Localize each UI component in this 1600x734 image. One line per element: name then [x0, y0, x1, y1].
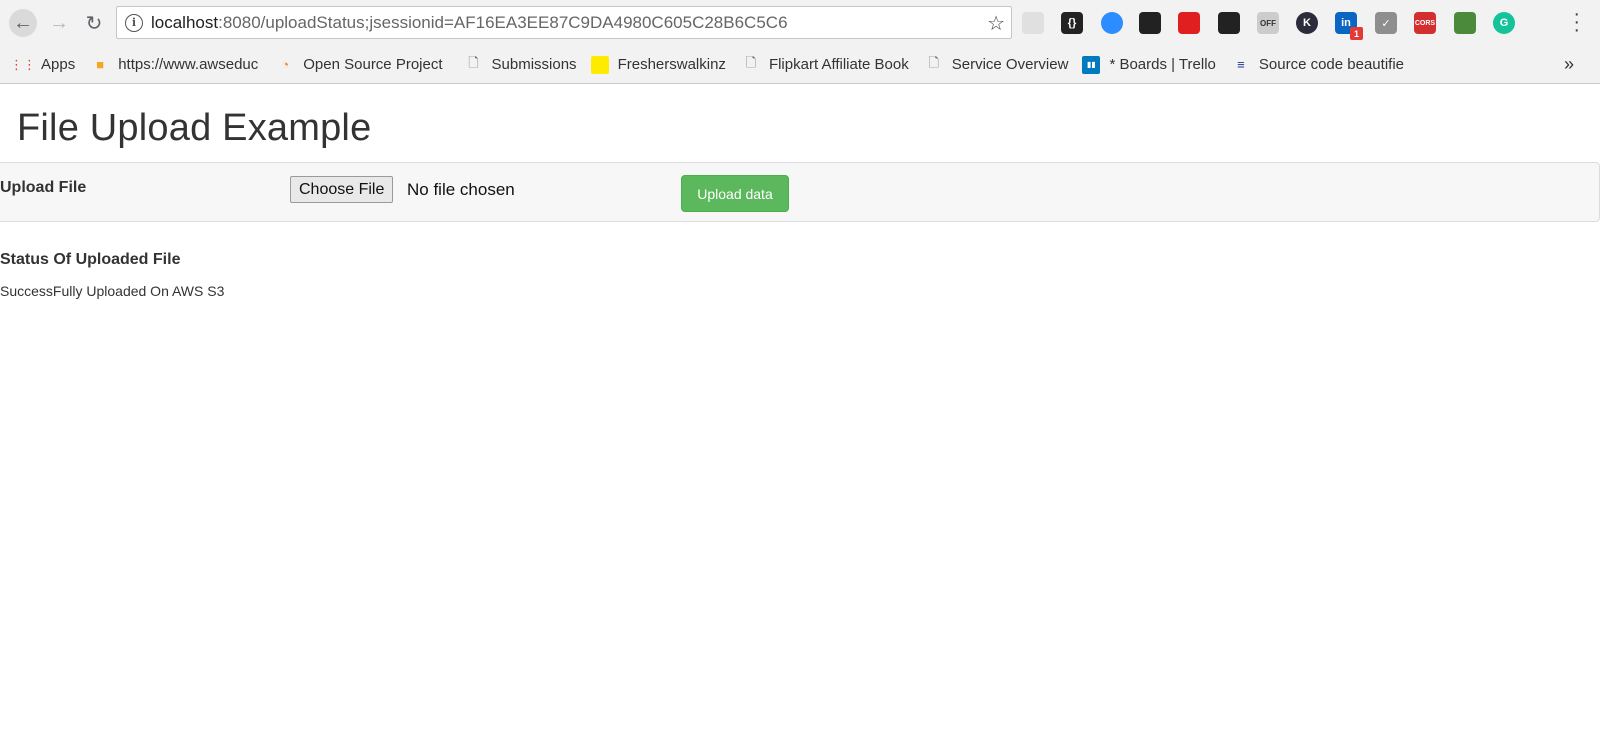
choose-file-button[interactable]: Choose File — [290, 176, 394, 203]
status-heading: Status Of Uploaded File — [0, 251, 181, 268]
k-icon[interactable]: K — [1296, 12, 1318, 34]
page-icon: 🗋 — [468, 54, 479, 70]
bookmark-item[interactable]: 🗋 Service Overview — [925, 46, 1069, 84]
url-host: localhost — [151, 12, 219, 32]
back-arrow-icon[interactable]: ← — [9, 9, 37, 37]
upload-form-panel: Upload File Choose File No file chosen U… — [0, 162, 1600, 222]
page-icon: 🗋 — [928, 54, 939, 70]
chrome-menu-icon[interactable]: · · · — [1573, 4, 1580, 40]
grammarly-icon[interactable]: G — [1493, 12, 1515, 34]
bookmarks-bar: ⋮⋮ Apps ■ https://www.awseduc ◔ Open Source P… — [0, 46, 1600, 84]
bookmark-item[interactable]: ▮▮ * Boards | Trello — [1082, 46, 1216, 84]
link-icon[interactable] — [1218, 12, 1240, 34]
pocket-icon[interactable] — [1022, 12, 1044, 34]
linkedin-badge: 1 — [1350, 27, 1363, 40]
bookmark-label: Apps — [41, 56, 76, 73]
bookmark-item[interactable]: ■ https://www.awseduc — [91, 46, 258, 84]
jobs-icon — [590, 55, 609, 74]
linkedin-icon[interactable]: in 1 — [1335, 12, 1363, 40]
eyedropper-icon[interactable] — [1454, 12, 1476, 34]
buffer-icon[interactable] — [1139, 12, 1161, 34]
bookmark-label: Flipkart Affiliate Book — [768, 56, 909, 73]
json-viewer-icon[interactable]: {} — [1061, 12, 1083, 34]
upload-data-button[interactable]: Upload data — [681, 175, 789, 212]
box-icon: ■ — [96, 57, 105, 72]
file-status-text: No file chosen — [407, 180, 515, 199]
flame-icon: ◔ — [281, 57, 290, 72]
bookmark-item[interactable]: 🗋 Flipkart Affiliate Book — [742, 46, 909, 84]
bookmark-label: Submissions — [491, 56, 577, 73]
check-icon[interactable]: ✓ — [1375, 12, 1397, 34]
bookmark-label: * Boards | Trello — [1109, 56, 1216, 73]
bookmark-label: Service Overview — [951, 56, 1069, 73]
zoom-icon[interactable] — [1101, 12, 1123, 34]
bookmark-label: Open Source Project — [303, 56, 443, 73]
bookmark-label: Source code beautifie — [1258, 56, 1404, 73]
apps-grid-icon: ⋮⋮ — [10, 56, 36, 72]
status-message: SuccessFully Uploaded On AWS S3 — [0, 283, 225, 299]
page-title: File Upload Example — [17, 107, 372, 149]
address-bar[interactable]: i localhost:8080/uploadStatus;jsessionid… — [116, 6, 1012, 39]
trello-icon: ▮▮ — [1082, 55, 1101, 74]
bookmark-label: Fresherswalkinz — [617, 56, 726, 73]
browser-toolbar: ← → ↻ i localhost:8080/uploadStatus;jses… — [0, 0, 1600, 46]
bookmark-item[interactable]: ⋮⋮ Apps — [10, 46, 76, 84]
url-path: :8080/uploadStatus;jsessionid=AF16EA3EE8… — [218, 12, 788, 32]
upload-file-label: Upload File — [0, 179, 87, 196]
bookmark-item[interactable]: 🗋 Submissions — [465, 46, 577, 84]
off-icon[interactable]: OFF — [1257, 12, 1279, 34]
url-text[interactable]: localhost:8080/uploadStatus;jsessionid=A… — [151, 13, 788, 33]
bookmark-label: https://www.awseduc — [118, 56, 259, 73]
reload-icon[interactable]: ↻ — [80, 9, 108, 37]
lines-icon: ≡ — [1237, 57, 1245, 72]
bookmark-item[interactable]: Fresherswalkinz — [590, 46, 726, 84]
forward-arrow-icon[interactable]: → — [45, 9, 73, 37]
bookmarks-overflow-button[interactable]: » — [1564, 54, 1574, 75]
page-icon: 🗋 — [745, 54, 757, 70]
cors-icon[interactable]: CORS — [1414, 12, 1436, 34]
bookmark-star-icon[interactable]: ☆ — [987, 11, 1005, 36]
page-content: File Upload Example Upload File Choose F… — [0, 85, 1600, 734]
opera-icon[interactable] — [1178, 12, 1200, 34]
bookmark-item[interactable]: ≡ Source code beautifie — [1232, 46, 1404, 84]
bookmark-item[interactable]: ◔ Open Source Project — [276, 46, 442, 84]
info-icon[interactable]: i — [125, 13, 143, 32]
